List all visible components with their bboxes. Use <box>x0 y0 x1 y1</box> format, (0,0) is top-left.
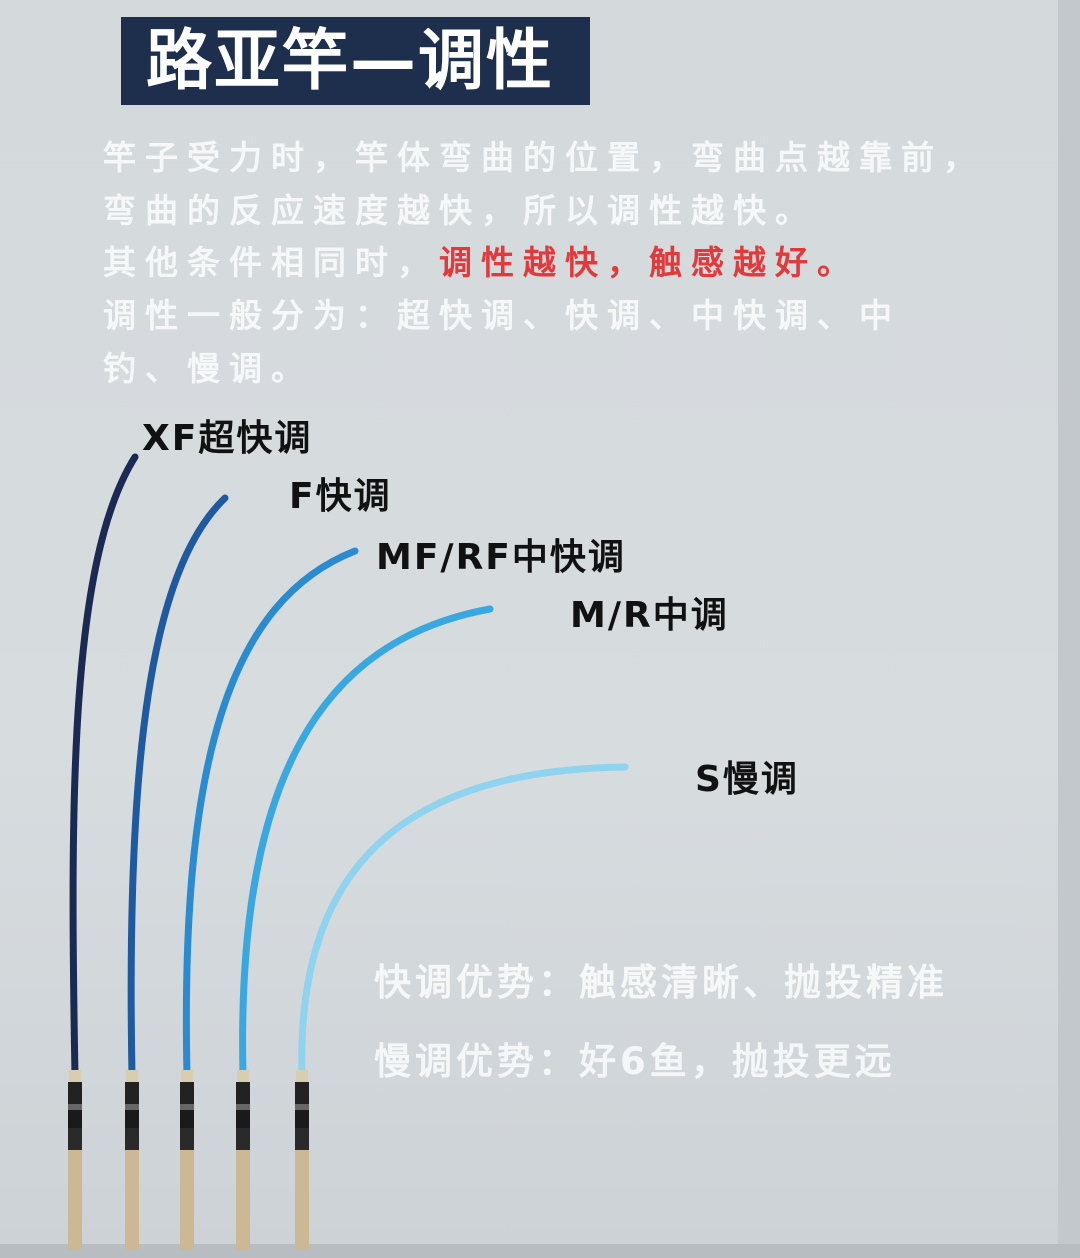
rod-reel-seat-m <box>236 1128 250 1150</box>
rod-grip-f <box>125 1150 139 1250</box>
rod-grip-s <box>295 1150 309 1250</box>
rod-reel-seat-s <box>296 1070 308 1082</box>
rod-reel-seat-xf <box>68 1110 82 1128</box>
rod-reel-seat-m <box>237 1070 249 1082</box>
rod-reel-seat-m <box>236 1104 250 1110</box>
rod-xf <box>68 453 139 1250</box>
rod-reel-seat-xf <box>69 1070 81 1082</box>
rod-mf <box>180 547 359 1250</box>
rod-reel-seat-f <box>126 1070 138 1082</box>
rod-blank-xf <box>69 453 139 1079</box>
rod-reel-seat-xf <box>68 1082 82 1104</box>
rod-reel-seat-mf <box>181 1070 193 1082</box>
rod-reel-seat-mf <box>180 1110 194 1128</box>
rod-reel-seat-xf <box>68 1128 82 1150</box>
rod-reel-seat-m <box>236 1082 250 1104</box>
rod-grip-m <box>236 1150 250 1250</box>
rod-grip-xf <box>68 1150 82 1250</box>
rod-reel-seat-xf <box>68 1104 82 1110</box>
rod-blank-s <box>298 763 629 1079</box>
rod-f <box>125 494 229 1250</box>
rod-reel-seat-s <box>295 1110 309 1128</box>
rod-reel-seat-s <box>295 1082 309 1104</box>
rod-reel-seat-f <box>125 1104 139 1110</box>
rod-label-s: S慢调 <box>695 759 799 800</box>
rod-label-m: M/R中调 <box>570 595 729 636</box>
rod-reel-seat-mf <box>180 1128 194 1150</box>
slow-advantage: 慢调优势：好6鱼，抛投更远 <box>374 1040 896 1083</box>
rod-reel-seat-mf <box>180 1082 194 1104</box>
rod-reel-seat-f <box>125 1110 139 1128</box>
rod-reel-seat-f <box>125 1082 139 1104</box>
fast-advantage: 快调优势：触感清晰、抛投精准 <box>374 961 948 1004</box>
rod-m <box>236 605 494 1250</box>
rod-reel-seat-m <box>236 1110 250 1128</box>
rod-reel-seat-s <box>295 1104 309 1110</box>
rod-blank-f <box>127 494 229 1079</box>
rod-label-f: F快调 <box>289 476 392 517</box>
rod-s <box>295 763 629 1250</box>
rod-label-xf: XF超快调 <box>142 418 313 459</box>
rod-label-mf: MF/RF中快调 <box>376 537 626 578</box>
rod-reel-seat-mf <box>180 1104 194 1110</box>
rod-reel-seat-f <box>125 1128 139 1150</box>
rod-reel-seat-s <box>295 1128 309 1150</box>
rod-grip-mf <box>180 1150 194 1250</box>
